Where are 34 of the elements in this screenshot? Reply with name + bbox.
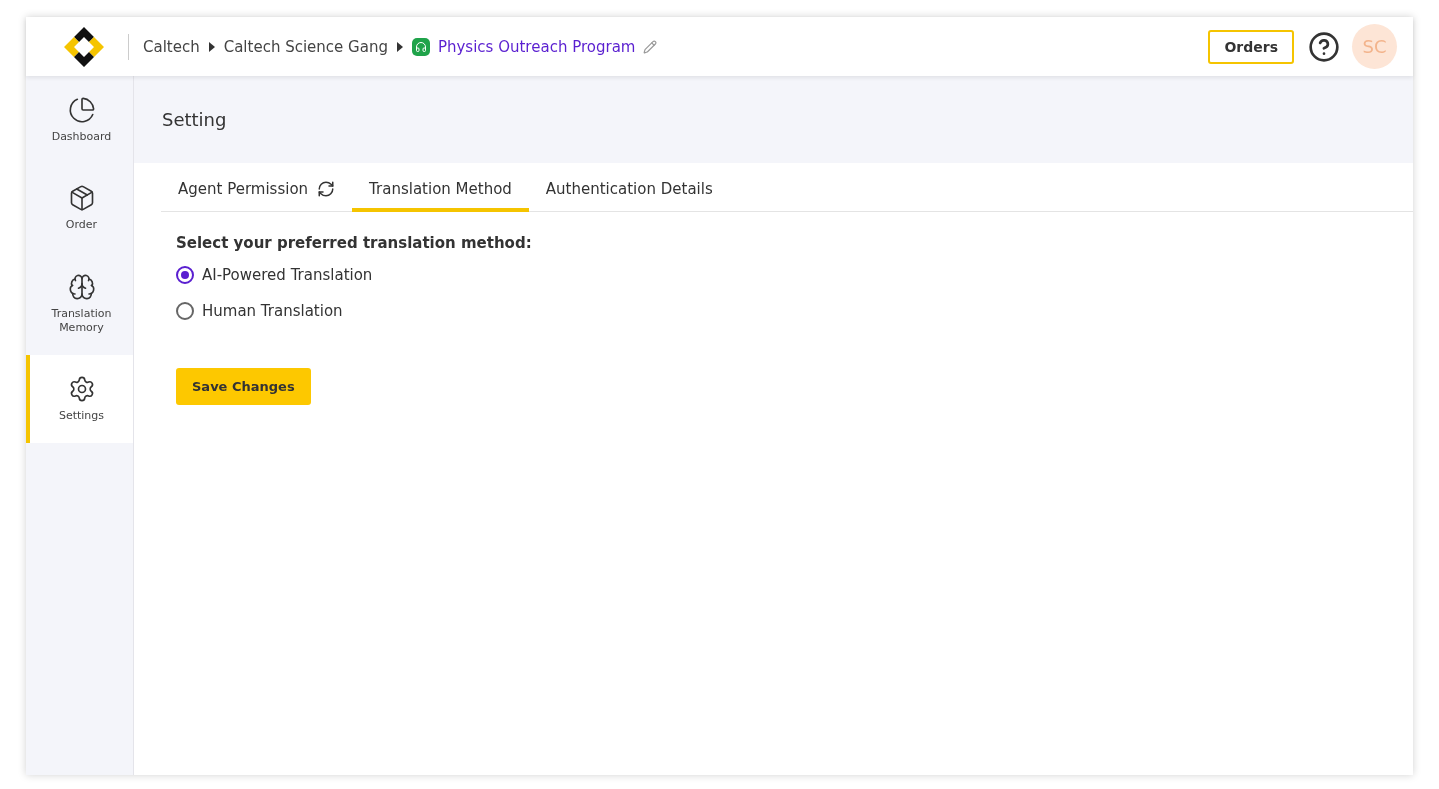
caret-icon — [396, 41, 403, 52]
tab[interactable]: Agent Permission — [161, 171, 353, 212]
radio-label: Human Translation — [202, 302, 343, 320]
sidebar-label: Dashboard — [51, 130, 112, 144]
breadcrumb-link[interactable]: Caltech — [143, 37, 200, 56]
refresh-icon[interactable] — [317, 180, 336, 198]
sidebar-item[interactable]: Dashboard — [26, 76, 133, 164]
tab-label: Agent Permission — [178, 180, 309, 198]
orders-button[interactable]: Orders — [1208, 29, 1294, 64]
caret-icon — [208, 41, 215, 52]
radio-button[interactable] — [176, 266, 194, 284]
page-title: Setting — [162, 109, 227, 130]
save-button[interactable]: Save Changes — [176, 368, 311, 405]
sidebar-item[interactable]: Order — [26, 164, 133, 252]
headphones-icon — [411, 37, 430, 56]
brain-icon — [67, 272, 96, 301]
sidebar-label: Order — [65, 218, 98, 232]
radio-button[interactable] — [176, 302, 194, 320]
sidebar-label: Settings — [58, 409, 105, 423]
logo-icon — [62, 24, 106, 69]
pencil-icon[interactable] — [643, 39, 658, 54]
breadcrumb-link[interactable]: Physics Outreach Program — [437, 37, 636, 56]
sidebar-item[interactable]: Translation Memory — [26, 252, 133, 355]
sidebar-item[interactable]: Settings — [26, 355, 133, 443]
tab-label: Translation Method — [369, 180, 512, 198]
pie-chart-icon — [67, 96, 96, 124]
sidebar-label: Translation Memory — [50, 306, 113, 335]
help-icon[interactable] — [1308, 30, 1340, 63]
tab[interactable]: Authentication Details — [528, 171, 730, 212]
radio-label: AI-Powered Translation — [202, 266, 373, 284]
form-prompt: Select your preferred translation method: — [176, 234, 533, 252]
tab[interactable]: Translation Method — [352, 171, 529, 212]
breadcrumb-link[interactable]: Caltech Science Gang — [223, 37, 388, 56]
tab-label: Authentication Details — [545, 180, 713, 198]
